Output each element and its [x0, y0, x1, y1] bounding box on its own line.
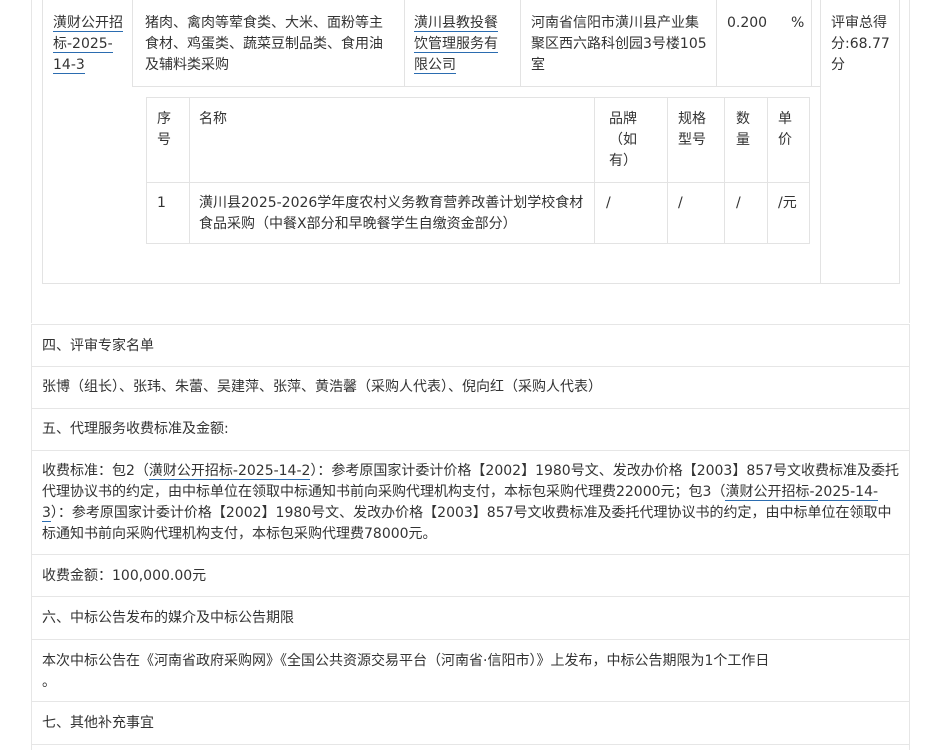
item-price: /元	[778, 195, 797, 211]
item-brand: /	[606, 195, 611, 211]
media-text: 本次中标公告在《河南省政府采购网》《全国公共资源交易平台（河南省·信阳市）》上发…	[31, 640, 910, 702]
package-id-link[interactable]: 潢财公开招 标-2025- 14-3	[53, 13, 133, 76]
evaluation-score: 评审总得 分:68.77 分	[831, 15, 890, 73]
media-section-title: 六、中标公告发布的媒介及中标公告期限	[31, 597, 910, 640]
item-seq: 1	[157, 195, 166, 211]
supplier-address: 河南省信阳市潢川县产业集 聚区西六路科创园3号楼105 室	[531, 15, 707, 73]
item-name: 潢川县2025-2026学年度农村义务教育营养改善计划学校食材 食品采购（中餐X…	[199, 195, 584, 232]
header-qty: 数 量	[736, 111, 750, 148]
experts-section-title: 四、评审专家名单	[31, 324, 910, 367]
item-spec: /	[678, 195, 683, 211]
fee-standard-paragraph: 收费标准：包2（潢财公开招标-2025-14-2）：参考原国家计委计价格【200…	[31, 451, 910, 555]
header-name: 名称	[199, 111, 227, 127]
fee-package-3-link[interactable]: 潢财公开招标-2025-14-	[725, 484, 879, 501]
experts-list: 张博（组长）、张玮、朱蕾、吴建萍、张萍、黄浩馨（采购人代表）、倪向红（采购人代表…	[31, 367, 910, 409]
fee-package-3-link-cont[interactable]: 3	[42, 505, 51, 522]
header-brand: 品牌 （如 有）	[609, 111, 637, 169]
fee-rate-unit: %	[791, 15, 805, 31]
next-row-edge	[31, 745, 910, 750]
supplier-name-link[interactable]: 潢川县教投餐 饮管理服务有 限公司	[414, 13, 514, 76]
announcement-page: 潢财公开招 标-2025- 14-3 猪肉、禽肉等荤食类、大米、面粉等主 食材、…	[0, 0, 949, 750]
header-spec: 规格 型号	[678, 111, 706, 148]
header-price: 单 价	[778, 111, 792, 148]
header-seq: 序 号	[157, 111, 171, 148]
fee-package-2-link[interactable]: 潢财公开招标-2025-14-2	[148, 463, 311, 480]
other-section-title: 七、其他补充事宜	[31, 702, 910, 745]
fee-amount: 收费金额：100,000.00元	[31, 555, 910, 597]
fee-rate: 0.200	[727, 15, 768, 31]
fee-section-title: 五、代理服务收费标准及金额:	[31, 409, 910, 451]
item-qty: /	[736, 195, 741, 211]
procurement-content: 猪肉、禽肉等荤食类、大米、面粉等主 食材、鸡蛋类、蔬菜豆制品类、食用油 及辅料类…	[145, 15, 383, 73]
